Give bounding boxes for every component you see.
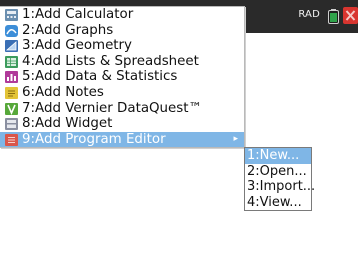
submenu-arrow-icon: ▸ [233, 133, 238, 144]
menu-item-add-program-editor[interactable]: 9:Add Program Editor ▸ [0, 131, 244, 148]
menu-item-label: 6:Add Notes [22, 84, 104, 100]
menu-item-add-calculator[interactable]: 1:Add Calculator [0, 7, 244, 23]
calculator-screen: RAD 1:Add Calculator 2:Add Graphs 3:Add … [0, 0, 358, 254]
close-icon[interactable] [343, 7, 358, 24]
menu-item-add-widget[interactable]: 8:Add Widget [0, 116, 244, 132]
insert-page-menu: 1:Add Calculator 2:Add Graphs 3:Add Geom… [0, 6, 245, 149]
battery-icon [328, 9, 339, 24]
widget-icon [5, 118, 18, 131]
spreadsheet-icon [5, 55, 18, 68]
menu-item-label: 5:Add Data & Statistics [22, 69, 178, 85]
geometry-icon [5, 40, 18, 53]
submenu-item-import[interactable]: 3:Import... [245, 179, 315, 195]
submenu-item-new[interactable]: 1:New... [245, 148, 311, 164]
submenu-item-open[interactable]: 2:Open... [245, 164, 311, 180]
menu-item-add-graphs[interactable]: 2:Add Graphs [0, 23, 244, 39]
program-editor-icon [5, 133, 18, 146]
menu-item-add-lists-spreadsheet[interactable]: 4:Add Lists & Spreadsheet [0, 54, 244, 70]
angle-mode-indicator: RAD [298, 9, 320, 20]
menu-item-add-notes[interactable]: 6:Add Notes [0, 85, 244, 101]
graphs-icon [5, 24, 18, 37]
calculator-icon [5, 9, 18, 21]
dataquest-icon [5, 102, 18, 115]
menu-item-add-vernier-dataquest[interactable]: 7:Add Vernier DataQuest™ [0, 101, 244, 117]
statistics-icon [5, 71, 18, 84]
menu-item-label: 3:Add Geometry [22, 38, 132, 54]
menu-item-label: 7:Add Vernier DataQuest™ [22, 100, 202, 116]
menu-item-label: 9:Add Program Editor [22, 131, 166, 147]
notes-icon [5, 86, 18, 99]
menu-item-label: 2:Add Graphs [22, 22, 114, 38]
menu-item-add-data-statistics[interactable]: 5:Add Data & Statistics [0, 69, 244, 85]
menu-item-label: 1:Add Calculator [22, 7, 134, 22]
program-editor-submenu: 1:New... 2:Open... 3:Import... 4:View... [244, 147, 315, 211]
menu-item-label: 4:Add Lists & Spreadsheet [22, 53, 199, 69]
menu-item-label: 8:Add Widget [22, 116, 113, 132]
menu-item-add-geometry[interactable]: 3:Add Geometry [0, 38, 244, 54]
submenu-item-view[interactable]: 4:View... [245, 195, 311, 211]
